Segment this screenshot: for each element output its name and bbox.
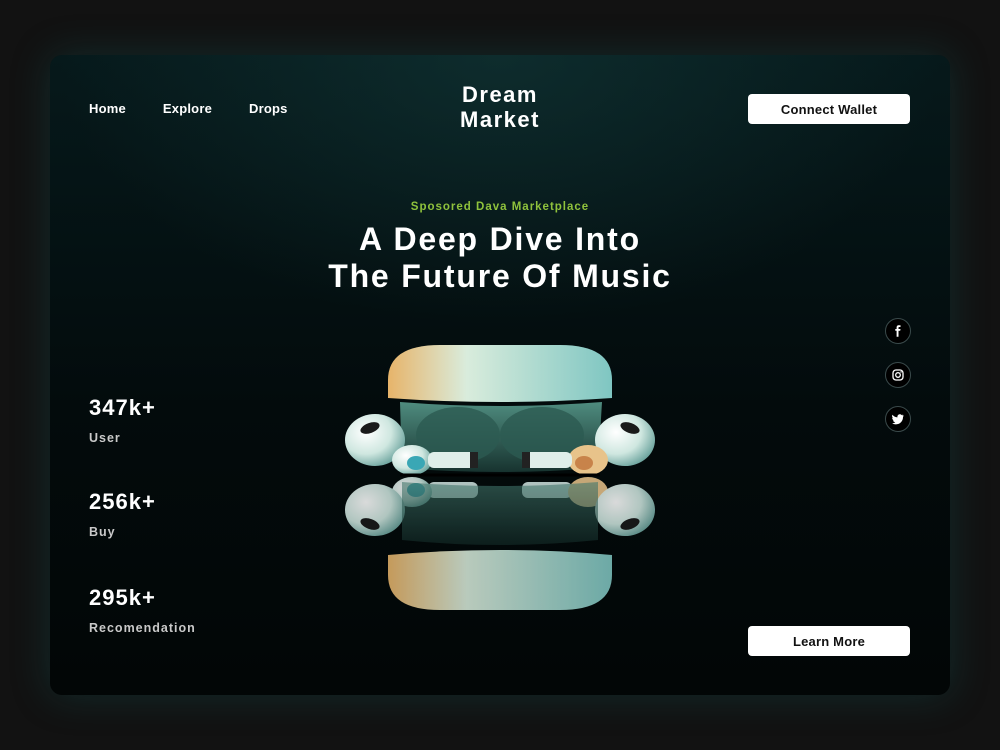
stat-label: User — [89, 431, 121, 445]
hero-title-line-2: The Future Of Music — [328, 258, 672, 294]
learn-more-button[interactable]: Learn More — [748, 626, 910, 656]
twitter-icon[interactable] — [885, 406, 911, 432]
facebook-icon[interactable] — [885, 318, 911, 344]
hero-eyebrow: Sposored Dava Marketplace — [410, 201, 590, 213]
stat-value: 256k+ — [89, 489, 156, 514]
instagram-icon[interactable] — [885, 362, 911, 388]
stat-label: Recomendation — [89, 621, 196, 635]
stat-value: 347k+ — [89, 395, 156, 420]
connect-wallet-button[interactable]: Connect Wallet — [748, 94, 910, 124]
stat-buy: 256k+ Buy — [89, 489, 156, 539]
hero-title: A Deep Dive Into The Future Of Music — [50, 221, 950, 295]
hero-title-line-1: A Deep Dive Into — [359, 221, 641, 257]
stat-recommendation: 295k+ Recomendation — [89, 585, 196, 635]
stat-users: 347k+ User — [89, 395, 156, 445]
hero-card: Home Explore Drops Dream Market Connect … — [50, 55, 950, 695]
earbuds-product-image — [345, 345, 655, 610]
stat-label: Buy — [89, 525, 116, 539]
stat-value: 295k+ — [89, 585, 156, 610]
